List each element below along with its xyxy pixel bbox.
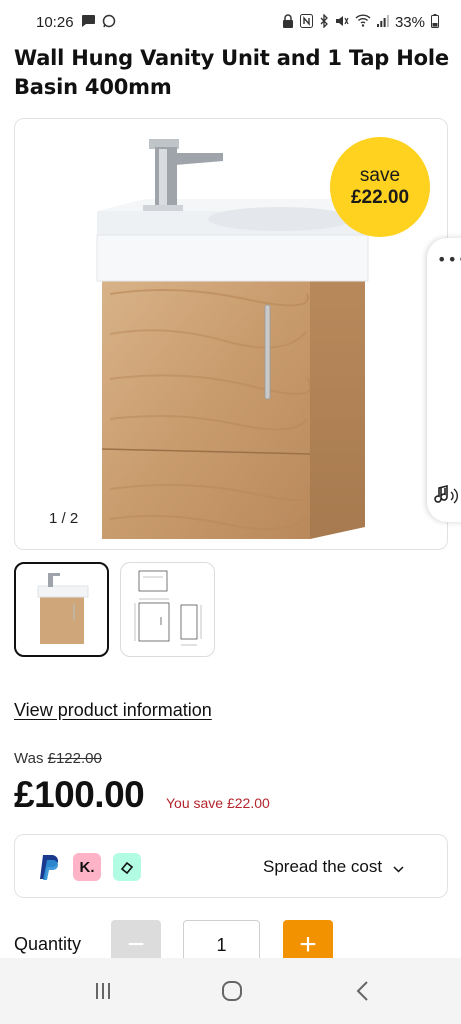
battery-icon	[431, 13, 439, 31]
product-image-gallery[interactable]: save £22.00 1 / 2	[14, 118, 448, 550]
product-title-container: Wall Hung Vanity Unit and 1 Tap Hole Bas…	[14, 30, 454, 106]
status-time: 10:26	[36, 13, 74, 31]
quantity-label: Quantity	[14, 934, 82, 954]
was-label: Was	[14, 750, 44, 767]
thumbnail-technical-drawing[interactable]	[120, 562, 215, 657]
chevron-down-icon	[393, 858, 404, 878]
lock-icon	[282, 13, 294, 31]
home-icon[interactable]	[212, 976, 252, 1006]
recent-apps-icon[interactable]	[83, 976, 123, 1006]
thumbnail-image	[37, 573, 89, 644]
battery-level: 33%	[394, 13, 425, 31]
image-counter: 1 / 2	[49, 510, 79, 527]
klarna-icon: K.	[73, 853, 101, 881]
nfc-icon	[299, 13, 313, 31]
spread-the-cost-text: Spread the cost	[263, 857, 383, 876]
floating-side-tab[interactable]: •••	[427, 238, 461, 522]
more-options-icon[interactable]: •••	[437, 250, 461, 269]
save-badge-amount: £22.00	[350, 187, 410, 208]
thumbnail-product-photo[interactable]	[14, 562, 109, 657]
thumbnail-image	[134, 570, 202, 646]
signal-icon	[376, 14, 389, 30]
bluetooth-icon	[319, 12, 329, 31]
audio-read-icon[interactable]	[433, 484, 459, 513]
spread-the-cost-card[interactable]: K. Spread the cost	[14, 834, 448, 898]
product-title: Wall Hung Vanity Unit and 1 Tap Hole Bas…	[14, 44, 449, 102]
back-icon[interactable]	[342, 976, 382, 1006]
save-badge: save £22.00	[330, 137, 430, 237]
product-title-line-1: Wall Hung Vanity Unit and 1 Tap Hole	[14, 46, 449, 70]
clearpay-icon	[113, 853, 141, 881]
whatsapp-icon	[102, 14, 116, 31]
system-navigation-bar	[0, 958, 461, 1024]
product-title-line-2: Basin 400mm	[14, 75, 172, 99]
save-badge-label: save	[359, 165, 401, 186]
you-save-text: You save £22.00	[166, 795, 270, 811]
paypal-icon	[35, 853, 63, 881]
view-product-information-link[interactable]: View product information	[14, 700, 212, 721]
wifi-icon	[355, 14, 371, 30]
spread-the-cost-label[interactable]: Spread the cost	[263, 857, 404, 878]
current-price: £100.00	[14, 774, 145, 815]
was-price-row: Was £122.00	[14, 750, 102, 767]
mute-icon	[335, 14, 349, 31]
chat-icon	[80, 14, 96, 31]
was-price: £122.00	[47, 750, 102, 767]
